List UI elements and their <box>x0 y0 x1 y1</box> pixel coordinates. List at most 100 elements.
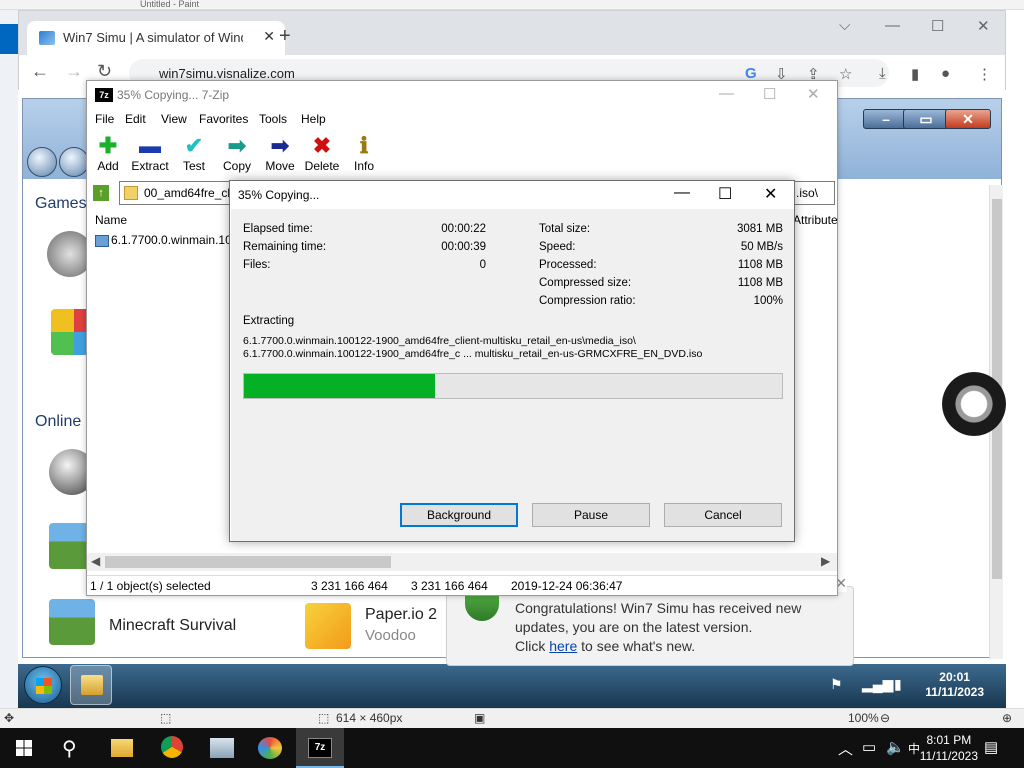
network-icon[interactable]: ▭ <box>862 738 876 756</box>
back-icon[interactable]: ← <box>31 61 49 82</box>
browser-tab[interactable]: Win7 Simu | A simulator of Wind ✕ <box>27 21 285 55</box>
taskbar-date: 11/11/2023 <box>919 749 978 763</box>
taskbar-chrome[interactable] <box>148 728 196 768</box>
maximize-icon[interactable]: ☐ <box>718 184 732 204</box>
profile-icon[interactable]: ● <box>941 65 950 82</box>
url-text: win7simu.visnalize.com <box>159 66 295 81</box>
scroll-left-icon[interactable]: ◀ <box>91 554 100 568</box>
column-name[interactable]: Name <box>95 213 127 227</box>
taskbar-paint[interactable] <box>246 728 294 768</box>
back-icon[interactable] <box>27 147 57 177</box>
menu-icon[interactable]: ⋮ <box>977 65 992 83</box>
network-icon[interactable]: ▂▄▆ <box>862 676 893 693</box>
taskbar-file-explorer[interactable] <box>98 728 146 768</box>
show-hidden-icons-icon[interactable]: ︿ <box>838 738 853 759</box>
search-button[interactable]: ⚲ <box>48 728 96 768</box>
files-value: 0 <box>479 259 486 271</box>
section-online: Online <box>35 413 82 430</box>
7zip-menubar: File Edit View Favorites Tools Help <box>87 109 837 131</box>
menu-view[interactable]: View <box>161 112 187 126</box>
menu-favorites[interactable]: Favorites <box>199 112 248 126</box>
cancel-button[interactable]: Cancel <box>664 503 782 527</box>
minecraft-survival-icon[interactable] <box>49 599 95 645</box>
taskbar-clock[interactable]: 8:01 PM 11/11/2023 <box>920 732 978 764</box>
move-cursor-icon: ✥ <box>4 711 15 725</box>
touch-cursor-icon <box>942 372 1006 436</box>
paint-palette-icon <box>258 737 282 759</box>
taskbar-app[interactable] <box>198 728 246 768</box>
processed-value: 1108 MB <box>737 259 783 271</box>
maximize-icon[interactable]: ☐ <box>763 85 776 103</box>
side-panel-icon[interactable]: ▮ <box>911 65 919 83</box>
info-icon: ℹ <box>359 133 369 158</box>
status-size: 3 231 166 464 <box>311 579 388 593</box>
action-center-flag-icon[interactable]: ⚑ <box>830 676 843 693</box>
background-button[interactable]: Background <box>400 503 518 527</box>
close-button[interactable]: ✕ <box>945 109 991 129</box>
start-orb-icon[interactable] <box>24 666 62 704</box>
file-name: 6.1.7700.0.winmain.100 <box>111 233 239 247</box>
battery-icon[interactable]: ▮ <box>894 676 902 693</box>
compression-ratio-value: 100% <box>753 295 783 307</box>
reload-icon[interactable]: ↻ <box>97 61 112 82</box>
total-size-value: 3081 MB <box>736 223 783 235</box>
tab-strip: Win7 Simu | A simulator of Wind ✕ + ⌵ — … <box>19 11 1005 55</box>
info-button[interactable]: ℹ Info <box>339 133 389 179</box>
folder-icon <box>124 186 138 200</box>
remaining-value: 00:00:39 <box>441 241 486 253</box>
game-title[interactable]: Minecraft Survival <box>109 617 236 635</box>
forward-icon[interactable]: → <box>65 61 83 82</box>
pause-button[interactable]: Pause <box>532 503 650 527</box>
column-attributes[interactable]: Attribute <box>793 213 838 227</box>
minimize-icon[interactable]: — <box>674 184 690 202</box>
zoom-in-icon[interactable]: ⊕ <box>1002 711 1012 725</box>
tab-search-icon[interactable]: ⌵ <box>839 17 850 34</box>
win7-clock[interactable]: 20:01 11/11/2023 <box>925 670 984 700</box>
scroll-thumb[interactable] <box>105 556 391 568</box>
host-left-panel <box>0 10 18 710</box>
bookmark-star-icon[interactable]: ☆ <box>839 65 852 83</box>
maximize-button[interactable]: ▭ <box>903 109 949 129</box>
windows-taskbar: ⚲ 7z ︿ ▭ 🔈 中 8:01 PM 11/11/2023 ▤ <box>0 728 1024 768</box>
menu-edit[interactable]: Edit <box>125 112 146 126</box>
whats-new-link[interactable]: here <box>549 638 577 654</box>
input-language-icon[interactable]: 中 <box>908 740 920 757</box>
minimize-icon[interactable]: — <box>719 85 734 102</box>
close-icon[interactable]: ✕ <box>807 85 820 103</box>
zoom-out-icon[interactable]: ⊖ <box>880 711 890 725</box>
canvas-size-icon: ⬚ <box>318 711 330 725</box>
volume-icon[interactable]: 🔈 <box>886 738 905 756</box>
menu-file[interactable]: File <box>95 112 114 126</box>
status-modified: 2019-12-24 06:36:47 <box>511 579 623 593</box>
menu-help[interactable]: Help <box>301 112 326 126</box>
notifications-icon[interactable]: ▤ <box>984 738 998 756</box>
file-row[interactable]: 6.1.7700.0.winmain.100 <box>95 233 238 247</box>
new-tab-icon[interactable]: + <box>279 25 291 48</box>
tab-close-icon[interactable]: ✕ <box>263 28 275 45</box>
folder-up-icon[interactable]: ↑ <box>93 185 109 201</box>
downloads-icon[interactable]: ⤓ <box>879 65 886 82</box>
current-folder-path: 6.1.7700.0.winmain.100122-1900_amd64fre_… <box>243 335 636 347</box>
extract-button[interactable]: ▬ Extract <box>125 133 175 179</box>
dialog-body: Elapsed time: 00:00:22 Remaining time: 0… <box>231 209 794 541</box>
minimize-icon[interactable]: — <box>885 17 900 34</box>
selection-icon: ⬚ <box>160 711 172 725</box>
win7-clock-date: 11/11/2023 <box>925 685 984 699</box>
notification-line-3-pre: Click <box>515 638 550 654</box>
folder-icon <box>111 739 133 757</box>
maximize-icon[interactable]: ☐ <box>931 17 944 35</box>
taskbar-explorer-button[interactable] <box>70 665 112 705</box>
close-icon[interactable]: ✕ <box>977 17 990 35</box>
horizontal-scrollbar[interactable]: ◀ ▶ <box>87 553 837 571</box>
start-button[interactable] <box>0 728 48 768</box>
scroll-right-icon[interactable]: ▶ <box>821 554 830 568</box>
paperio-icon[interactable] <box>305 603 351 649</box>
menu-tools[interactable]: Tools <box>259 112 287 126</box>
compression-ratio-label: Compression ratio: <box>539 295 636 307</box>
chrome-icon <box>161 736 183 758</box>
taskbar-7zip[interactable]: 7z <box>296 728 344 768</box>
close-icon[interactable]: ✕ <box>764 184 777 204</box>
game-title[interactable]: Paper.io 2 <box>365 606 437 624</box>
host-statusbar: ✥ ⬚ ⬚ 614 × 460px ▣ 100% ⊖ ⊕ <box>0 708 1024 728</box>
notification-text: Congratulations! Win7 Simu has received … <box>515 599 845 656</box>
